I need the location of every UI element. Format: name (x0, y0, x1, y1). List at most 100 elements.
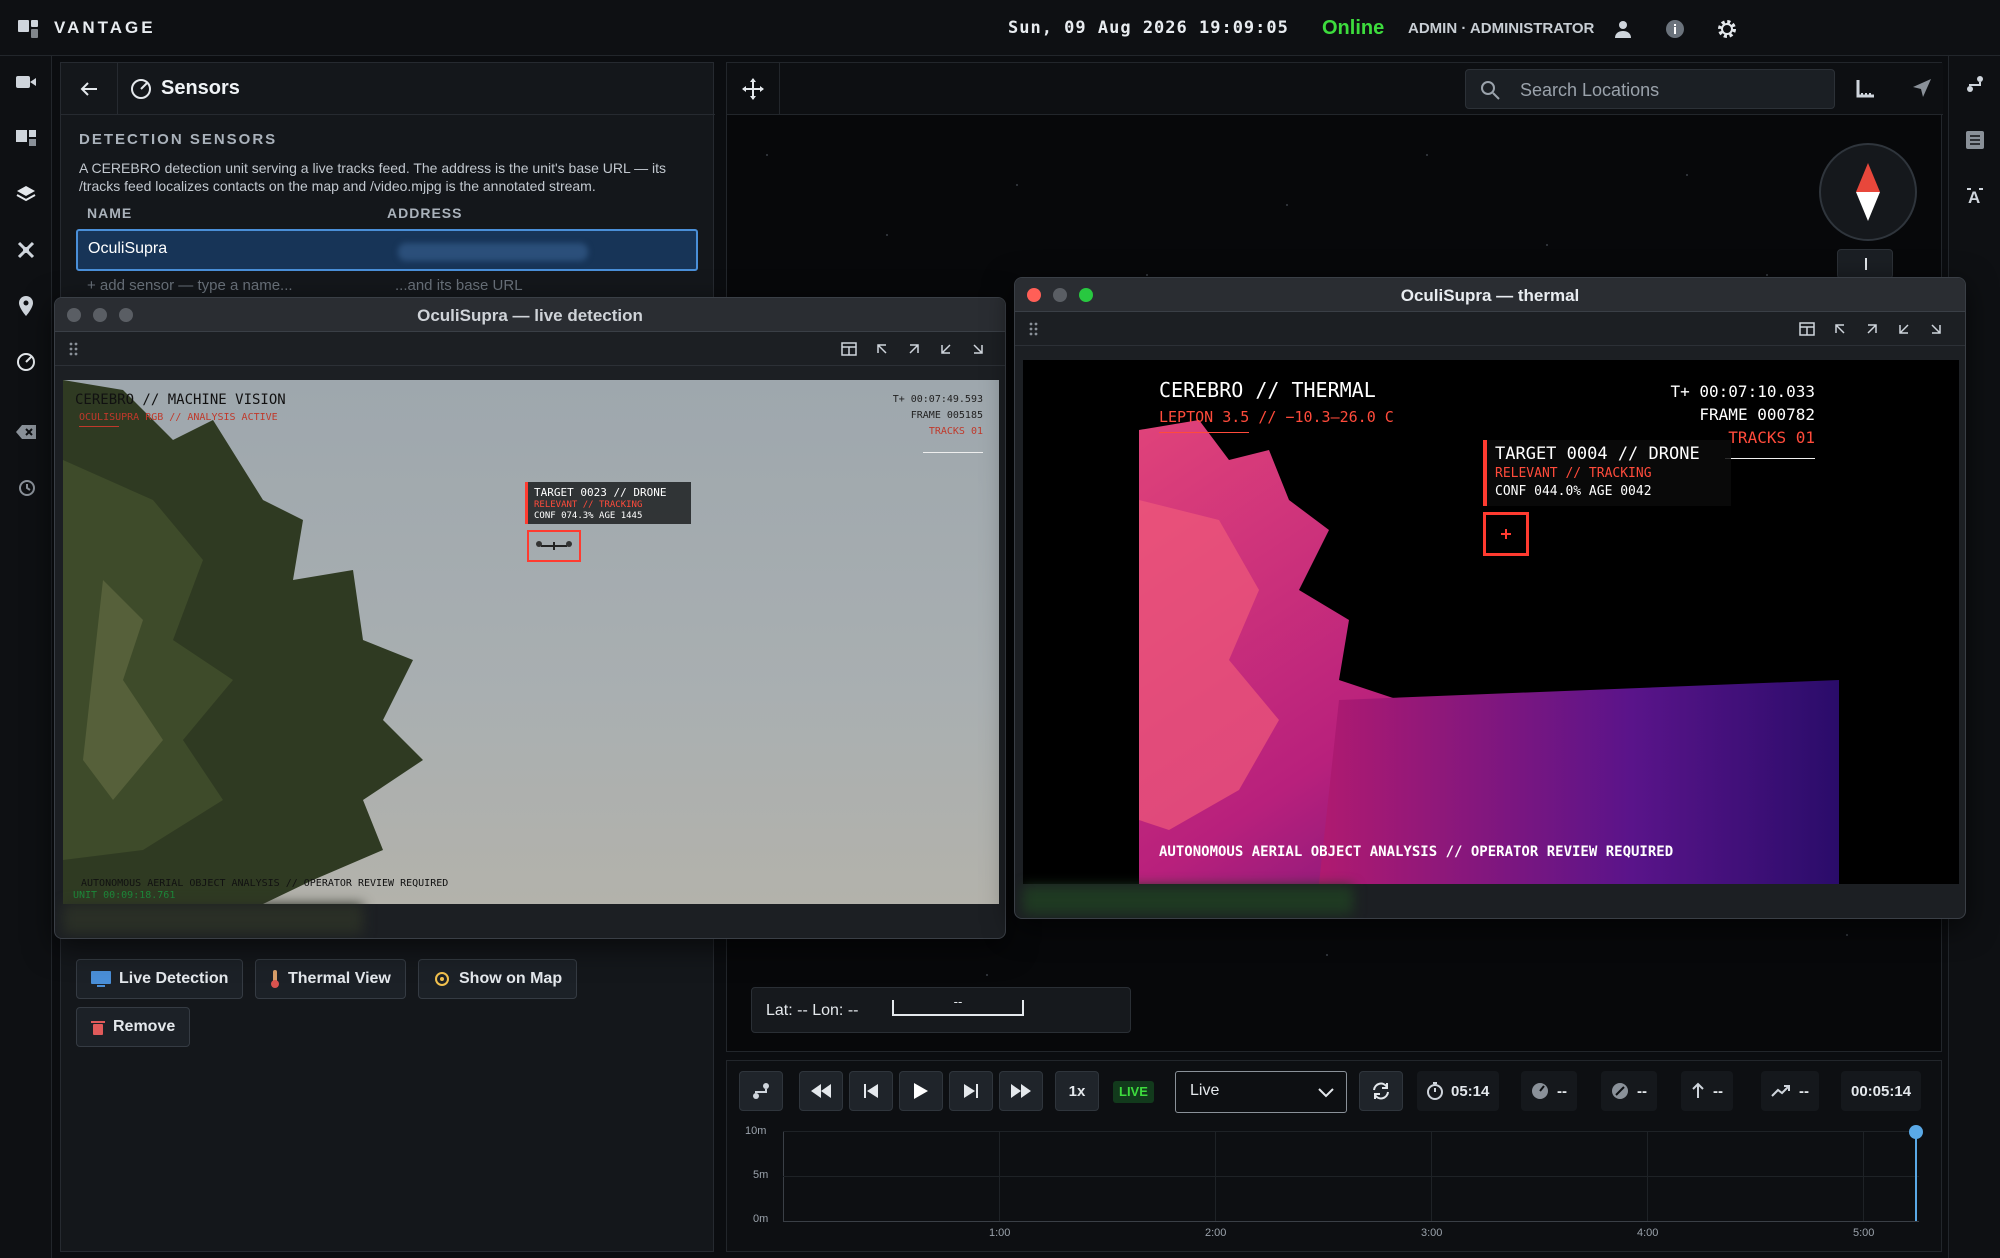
snap-top-left-icon[interactable] (875, 342, 889, 361)
location-search[interactable]: Search Locations (1465, 69, 1835, 109)
add-sensor-name-input[interactable]: + add sensor — type a name... (87, 277, 293, 294)
snap-bottom-right-icon[interactable] (971, 342, 985, 361)
playback-speed-button[interactable]: 1x (1055, 1071, 1099, 1111)
snap-bottom-left-icon[interactable] (1897, 322, 1911, 341)
play-button[interactable] (899, 1071, 943, 1111)
x-tick-label: 3:00 (1421, 1227, 1443, 1239)
compass-needle-icon (1856, 163, 1880, 221)
show-on-map-button[interactable]: Show on Map (418, 959, 578, 999)
history-icon[interactable] (12, 474, 40, 502)
back-arrow-icon[interactable] (77, 77, 101, 101)
snap-top-left-icon[interactable] (1833, 322, 1847, 341)
remove-button[interactable]: Remove (76, 1007, 191, 1047)
mode-select[interactable]: Live (1175, 1071, 1347, 1113)
y-tick-label: 5m (753, 1169, 769, 1181)
feed-frame: FRAME 000782 (1699, 405, 1815, 424)
current-time-value: 00:05:14 (1851, 1082, 1912, 1100)
top-bar: VANTAGE Sun, 09 Aug 2026 19:09:05 Online… (0, 0, 2000, 56)
route-toggle-button[interactable] (739, 1071, 783, 1111)
compass-widget[interactable] (1819, 143, 1917, 241)
step-forward-button[interactable] (949, 1071, 993, 1111)
step-back-button[interactable] (849, 1071, 893, 1111)
playhead-line[interactable] (1915, 1131, 1917, 1221)
svg-text:A: A (1968, 188, 1980, 206)
y-tick-label: 0m (753, 1213, 769, 1225)
section-title: DETECTION SENSORS (79, 131, 278, 148)
user-icon[interactable] (1608, 14, 1638, 44)
drone-icon[interactable] (12, 236, 40, 264)
snap-bottom-left-icon[interactable] (939, 342, 953, 361)
snap-top-right-icon[interactable] (907, 342, 921, 361)
window-title: OculiSupra — live detection (417, 306, 643, 325)
search-placeholder: Search Locations (1520, 80, 1660, 100)
x-tick-label: 5:00 (1853, 1227, 1875, 1239)
layers-icon[interactable] (12, 180, 40, 208)
sensor-row[interactable]: OculiSupra (76, 229, 698, 271)
zoom-in-button[interactable] (1837, 249, 1893, 279)
window-titlebar[interactable]: OculiSupra — thermal (1015, 278, 1965, 312)
window-toolbar (55, 332, 1005, 366)
location-pin-icon[interactable] (12, 292, 40, 320)
remove-label: Remove (113, 1018, 176, 1035)
live-detection-window[interactable]: OculiSupra — live detection CEREBRO // M… (54, 297, 1006, 939)
redacted-status-strip (63, 904, 363, 934)
snap-top-right-icon[interactable] (1865, 322, 1879, 341)
drag-handle-icon[interactable] (69, 342, 79, 356)
layout-icon[interactable] (841, 342, 857, 361)
target-status: RELEVANT // TRACKING (534, 500, 643, 510)
camera-icon[interactable] (12, 68, 40, 96)
header-divider (117, 63, 118, 115)
connection-status: Online (1322, 17, 1385, 39)
layout-icon[interactable] (1799, 322, 1815, 341)
map-toolbar: Search Locations (727, 63, 1943, 115)
navigate-icon[interactable] (1911, 77, 1935, 101)
add-sensor-url-input[interactable]: ...and its base URL (395, 277, 523, 294)
search-icon (1481, 81, 1500, 100)
feed-tracks: TRACKS 01 (1728, 428, 1815, 447)
climb-stat: -- (1761, 1071, 1819, 1111)
list-icon[interactable] (1961, 126, 1989, 154)
tree-silhouette (63, 380, 423, 904)
thermal-view-button[interactable]: Thermal View (255, 959, 406, 999)
feed-tracks-rule (923, 452, 983, 453)
x-axis-line (783, 1221, 1919, 1222)
measure-icon[interactable] (1855, 77, 1879, 101)
chevron-down-icon (1318, 1088, 1334, 1098)
thermal-window[interactable]: OculiSupra — thermal CEREBRO // THERMAL … (1014, 277, 1966, 919)
grid-line (999, 1131, 1000, 1221)
toolbar-divider (779, 63, 780, 115)
playhead-handle[interactable] (1909, 1125, 1923, 1139)
drag-handle-icon[interactable] (1029, 322, 1039, 336)
gear-icon[interactable] (1712, 14, 1742, 44)
duration-stat: 05:14 (1417, 1071, 1500, 1111)
altitude-value: -- (1713, 1082, 1723, 1100)
x-tick-label: 1:00 (989, 1227, 1011, 1239)
info-icon[interactable] (1660, 14, 1690, 44)
clear-icon[interactable] (12, 418, 40, 446)
show-on-map-label: Show on Map (459, 970, 563, 987)
skip-end-button[interactable] (999, 1071, 1043, 1111)
sensor-name: OculiSupra (88, 240, 168, 257)
heading-stat: -- (1601, 1071, 1657, 1111)
route-icon (753, 1083, 769, 1099)
skip-start-button[interactable] (799, 1071, 843, 1111)
sensor-radar-icon[interactable] (12, 348, 40, 376)
step-forward-icon (964, 1084, 978, 1098)
sensor-address-redacted (398, 243, 588, 261)
feed-elapsed: T+ 00:07:10.033 (1670, 382, 1816, 401)
text-label-icon[interactable]: A (1961, 182, 1989, 210)
feed-tracks: TRACKS 01 (928, 426, 983, 437)
refresh-button[interactable] (1359, 1071, 1403, 1111)
snap-bottom-right-icon[interactable] (1929, 322, 1943, 341)
move-icon[interactable] (741, 77, 765, 101)
route-icon[interactable] (1961, 70, 1989, 98)
drone-target-icon (536, 541, 572, 550)
crosshair-icon (435, 972, 449, 986)
user-role[interactable]: ADMIN · ADMINISTRATOR (1408, 20, 1594, 37)
play-icon (914, 1083, 928, 1099)
window-titlebar[interactable]: OculiSupra — live detection (55, 298, 1005, 332)
target-title: TARGET 0023 // DRONE (534, 486, 667, 499)
panel-title: Sensors (161, 77, 240, 99)
windows-icon[interactable] (12, 124, 40, 152)
live-detection-button[interactable]: Live Detection (76, 959, 244, 999)
